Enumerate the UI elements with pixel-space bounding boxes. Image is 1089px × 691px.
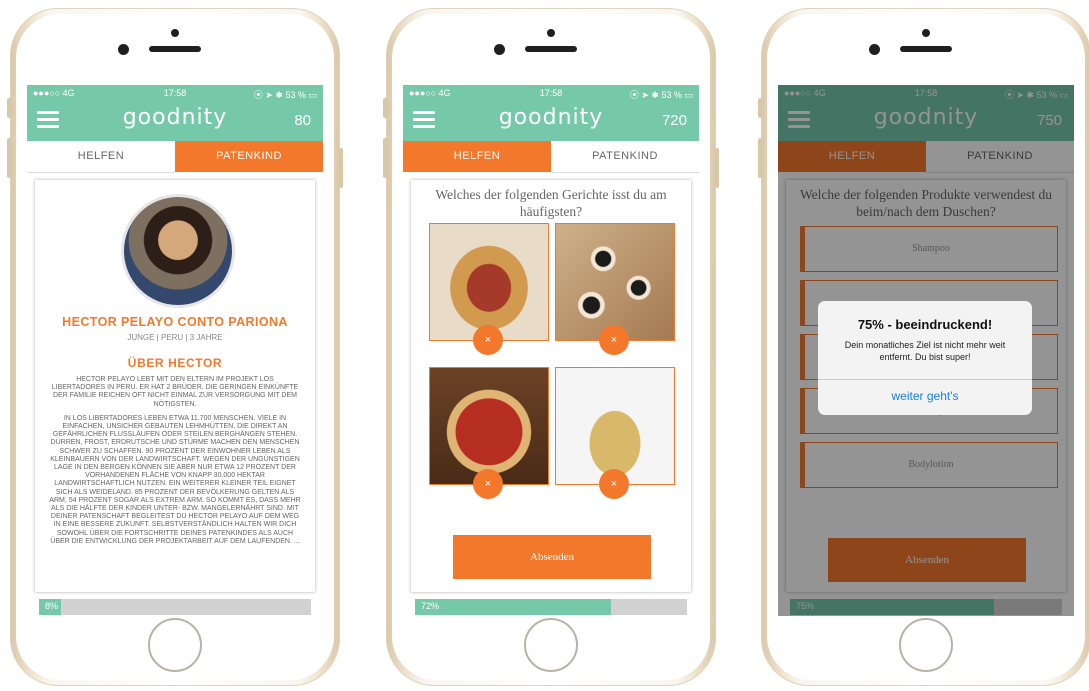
battery-indicator: ⦿ ➤ ✱ 53 % ▭ [629,90,693,100]
phone-frame-3: ●●●○○ 4G 17:58 ⦿ ➤ ✱ 53 % ▭ goodnity 750… [758,8,1089,686]
home-button[interactable] [148,618,202,672]
pizza-image[interactable] [429,367,549,485]
phone-frame-1: ●●●○○ 4G 17:58 ⦿ ➤ ✱ 53 % ▭ goodnity 80 … [7,8,343,686]
about-paragraph: HECTOR PELAYO LEBT MIT DEN ELTERN IM PRO… [51,376,299,408]
front-camera-icon [922,29,930,37]
speaker-grille [149,46,201,52]
goal-progress-bar: 8% [39,599,311,615]
home-button[interactable] [524,618,578,672]
volume-button [758,98,762,118]
camera-icon [118,44,129,55]
app-screen: ●●●○○ 4G 17:58 ⦿ ➤ ✱ 53 % ▭ goodnity 720… [403,85,699,616]
home-button[interactable] [899,618,953,672]
dismiss-noodles-button[interactable]: × [599,469,629,499]
volume-button [7,138,11,178]
child-details: JUNGE | PERU | 3 JAHRE [127,333,223,342]
question-text: Welches der folgenden Gerichte isst du a… [435,187,667,219]
tab-bar: HELFEN PATENKIND [403,141,699,173]
front-camera-icon [547,29,555,37]
submit-button[interactable]: Absenden [453,535,651,579]
answer-grid: × × × × [429,223,675,499]
about-text: HECTOR PELAYO LEBT MIT DEN ELTERN IM PRO… [49,376,301,552]
volume-button [7,98,11,118]
progress-fill [415,599,611,615]
burger-image[interactable] [429,223,549,341]
app-header: ●●●○○ 4G 17:58 ⦿ ➤ ✱ 53 % ▭ goodnity 80 [27,85,323,141]
question-card: Welches der folgenden Gerichte isst du a… [411,180,691,592]
front-camera-icon [171,29,179,37]
child-portrait-icon [121,194,235,308]
score-counter: 80 [294,112,311,129]
about-paragraph: IN LOS LIBERTADORES LEBEN ETWA 11.700 ME… [49,414,301,545]
tab-patenkind[interactable]: PATENKIND [551,141,699,173]
about-heading: ÜBER HECTOR [127,356,223,370]
goal-progress-bar: 72% [415,599,687,615]
alert-title: 75% - beeindruckend! [857,317,993,332]
app-logo: goodnity [122,105,228,130]
child-name: HECTOR PELAYO CONTO PARIONA [62,315,288,329]
phone-frame-2: ●●●○○ 4G 17:58 ⦿ ➤ ✱ 53 % ▭ goodnity 720… [383,8,719,686]
tab-helfen[interactable]: HELFEN [27,141,175,173]
noodles-image[interactable] [555,367,675,485]
score-counter: 720 [661,112,687,129]
progress-label: 8% [45,601,59,611]
volume-button [758,138,762,178]
congrats-alert: 75% - beeindruckend! Dein monatliches Zi… [818,301,1032,415]
tab-patenkind[interactable]: PATENKIND [175,141,323,172]
battery-indicator: ⦿ ➤ ✱ 53 % ▭ [253,90,317,100]
power-button [339,148,343,188]
speaker-grille [900,46,952,52]
power-button [715,148,719,188]
tab-helfen[interactable]: HELFEN [403,141,551,172]
app-header: ●●●○○ 4G 17:58 ⦿ ➤ ✱ 53 % ▭ goodnity 720 [403,85,699,141]
camera-icon [869,44,880,55]
status-bar: ●●●○○ 4G 17:58 ⦿ ➤ ✱ 53 % ▭ [403,85,699,101]
app-logo: goodnity [498,105,604,130]
dismiss-burger-button[interactable]: × [473,325,503,355]
alert-message: Dein monatliches Ziel ist nicht mehr wei… [844,340,1006,362]
status-bar: ●●●○○ 4G 17:58 ⦿ ➤ ✱ 53 % ▭ [27,85,323,101]
sushi-image[interactable] [555,223,675,341]
profile-card: HECTOR PELAYO CONTO PARIONA JUNGE | PERU… [35,180,315,592]
volume-button [383,98,387,118]
app-screen: ●●●○○ 4G 17:58 ⦿ ➤ ✱ 53 % ▭ goodnity 80 … [27,85,323,616]
alert-divider [818,379,1032,380]
app-screen: ●●●○○ 4G 17:58 ⦿ ➤ ✱ 53 % ▭ goodnity 750… [778,85,1074,616]
volume-button [383,138,387,178]
camera-icon [494,44,505,55]
speaker-grille [525,46,577,52]
progress-label: 72% [421,601,440,611]
dismiss-pizza-button[interactable]: × [473,469,503,499]
dismiss-sushi-button[interactable]: × [599,325,629,355]
continue-button[interactable]: weiter geht's [818,389,1032,403]
tab-bar: HELFEN PATENKIND [27,141,323,173]
